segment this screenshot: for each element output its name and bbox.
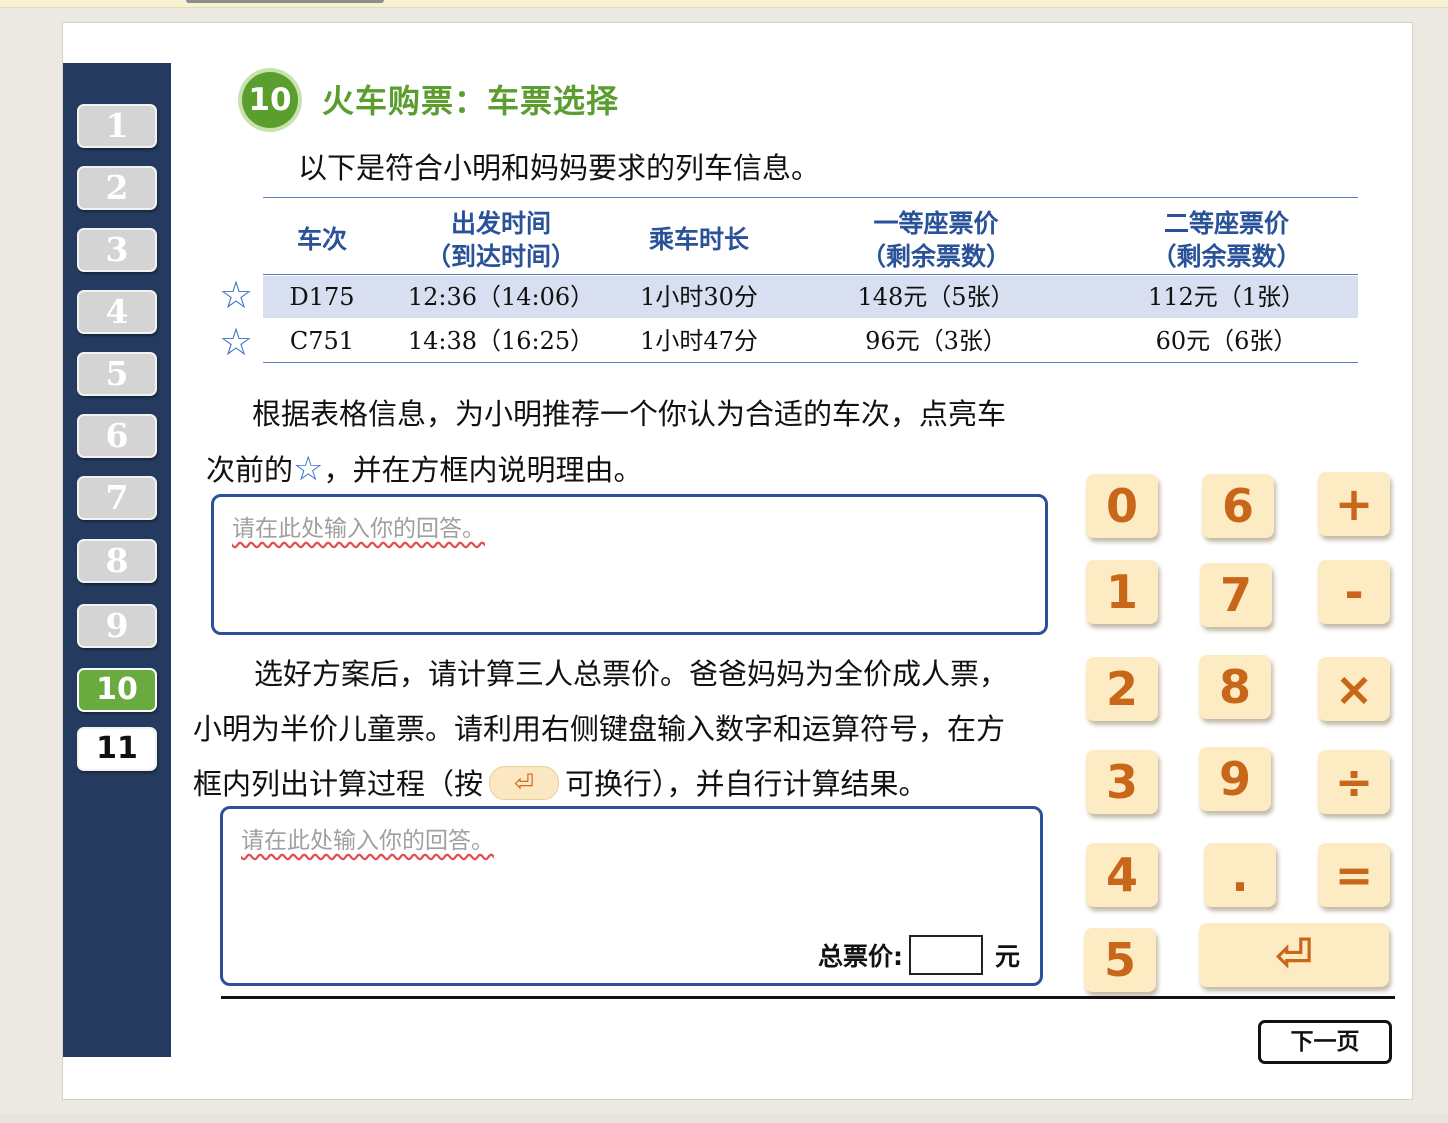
q1-line2: 次前的☆，并在方框内说明理由。	[206, 449, 643, 489]
nav-item-1[interactable]: 1	[77, 104, 157, 148]
cell-duration: 1小时30分	[640, 283, 758, 311]
cell-second-class: 112元（1张）	[1147, 283, 1306, 311]
table-row: C751 14:38（16:25） 1小时47分 96元（3张） 60元（6张）	[263, 320, 1358, 362]
bottom-divider	[221, 996, 1395, 999]
key-2[interactable]: 2	[1086, 657, 1158, 721]
key-3[interactable]: 3	[1086, 750, 1158, 814]
key-0[interactable]: 0	[1086, 474, 1158, 538]
question-title: 火车购票：车票选择	[322, 82, 620, 120]
key-7[interactable]: 7	[1200, 563, 1272, 627]
col-header-duration: 乘车时长	[648, 225, 749, 254]
reason-answer-placeholder: 请在此处输入你的回答。	[232, 516, 485, 542]
total-price-label: 总票价:	[817, 942, 903, 971]
key-enter[interactable]: ⏎	[1199, 923, 1389, 987]
key-6[interactable]: 6	[1202, 474, 1274, 538]
calculation-answer-box[interactable]: 请在此处输入你的回答。 总票价: 元	[220, 806, 1043, 986]
nav-item-11[interactable]: 11	[77, 727, 157, 771]
question-number: 10	[242, 72, 298, 128]
nav-item-4[interactable]: 4	[77, 290, 157, 334]
nav-item-2[interactable]: 2	[77, 166, 157, 210]
q2-line2: 小明为半价儿童票。请利用右侧键盘输入数字和运算符号，在方	[193, 712, 1006, 746]
table-bottom-rule	[263, 362, 1358, 363]
calculation-answer-placeholder: 请在此处输入你的回答。	[241, 828, 494, 854]
key-9[interactable]: 9	[1199, 747, 1271, 811]
key-8[interactable]: 8	[1199, 655, 1271, 719]
col-header-first-class: 一等座票价 （剩余票数）	[860, 209, 1011, 271]
q2-line1: 选好方案后，请计算三人总票价。爸爸妈妈为全价成人票，	[254, 657, 1009, 691]
cell-duration: 1小时47分	[640, 327, 758, 355]
key-equals[interactable]: =	[1318, 843, 1390, 907]
nav-item-7[interactable]: 7	[77, 476, 157, 520]
col-header-second-class: 二等座票价 （剩余票数）	[1151, 209, 1302, 271]
cell-train: D175	[289, 283, 355, 311]
intro-text: 以下是符合小明和妈妈要求的列车信息。	[298, 151, 821, 185]
star-icon-select-d175[interactable]: ☆	[219, 275, 253, 315]
col-header-train: 车次	[296, 225, 347, 254]
star-icon-select-c751[interactable]: ☆	[219, 322, 253, 362]
table-top-rule	[263, 197, 1358, 198]
cell-train: C751	[289, 327, 355, 355]
cell-first-class: 96元（3张）	[865, 327, 1007, 355]
total-price-row: 总票价: 元	[818, 935, 1020, 975]
cell-second-class: 60元（6张）	[1155, 327, 1298, 355]
enter-key-icon: ⏎	[489, 766, 560, 800]
key-divide[interactable]: ÷	[1318, 750, 1390, 814]
next-page-button[interactable]: 下一页	[1258, 1020, 1392, 1064]
cell-time: 14:38（16:25）	[407, 327, 595, 355]
cell-first-class: 148元（5张）	[857, 283, 1015, 311]
nav-item-9[interactable]: 9	[77, 604, 157, 648]
q1-line1: 根据表格信息，为小明推荐一个你认为合适的车次，点亮车	[252, 397, 1007, 431]
nav-item-8[interactable]: 8	[77, 539, 157, 583]
nav-item-6[interactable]: 6	[77, 414, 157, 458]
key-5[interactable]: 5	[1084, 928, 1156, 992]
total-price-input[interactable]	[908, 935, 983, 975]
table-header-rule	[263, 274, 1358, 275]
col-header-time: 出发时间 （到达时间）	[425, 209, 576, 271]
q2-line3: 框内列出计算过程（按 ⏎ 可换行），并自行计算结果。	[193, 766, 928, 801]
cell-time: 12:36（14:06）	[407, 283, 595, 311]
key-minus[interactable]: -	[1318, 560, 1390, 624]
table-row: D175 12:36（14:06） 1小时30分 148元（5张） 112元（1…	[263, 276, 1358, 318]
key-multiply[interactable]: ×	[1318, 657, 1390, 721]
top-bar	[0, 0, 1448, 8]
key-decimal[interactable]: .	[1204, 843, 1276, 907]
total-price-unit: 元	[994, 942, 1020, 971]
key-4[interactable]: 4	[1086, 843, 1158, 907]
key-plus[interactable]: +	[1318, 472, 1390, 536]
reason-answer-box[interactable]: 请在此处输入你的回答。	[211, 494, 1048, 635]
tab-stub	[186, 0, 384, 3]
question-number-badge: 10	[238, 68, 302, 132]
key-1[interactable]: 1	[1086, 560, 1158, 624]
nav-item-10-active[interactable]: 10	[77, 668, 157, 712]
nav-item-3[interactable]: 3	[77, 228, 157, 272]
nav-item-5[interactable]: 5	[77, 352, 157, 396]
star-icon: ☆	[293, 449, 324, 489]
bottom-strip	[0, 1114, 1448, 1123]
